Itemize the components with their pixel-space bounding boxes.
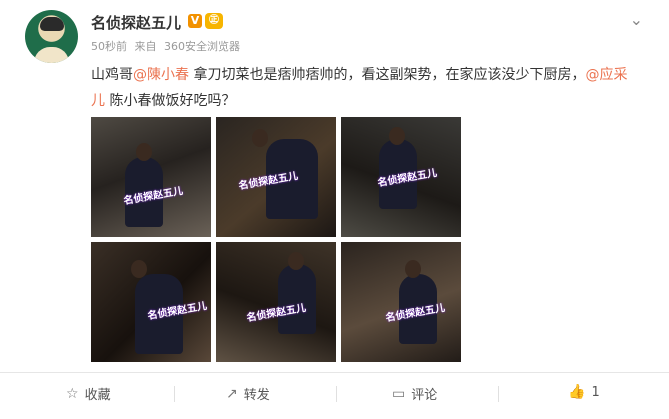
repost-icon: ↗ xyxy=(226,385,238,402)
post-source[interactable]: 360安全浏览器 xyxy=(164,40,240,53)
photo-head xyxy=(389,127,405,145)
like-count: 1 xyxy=(591,384,600,400)
repost-button[interactable]: ↗ 转发 xyxy=(226,384,270,404)
favorite-button[interactable]: ☆ 收藏 xyxy=(66,384,111,404)
member-badge-icon[interactable]: ㊣ xyxy=(205,13,223,29)
photo-head xyxy=(136,143,152,161)
source-prefix: 来自 xyxy=(134,40,157,53)
text-part-3: 陈小春做饭好吃吗？ xyxy=(105,93,236,109)
photo-1[interactable]: 名侦探赵五儿 xyxy=(91,117,211,237)
action-separator xyxy=(174,386,175,402)
avatar-shirt xyxy=(34,47,69,63)
photo-head xyxy=(131,260,147,278)
post-text: 山鸡哥@陳小春 拿刀切菜也是痞帅痞帅的，看这副架势，在家应该没少下厨房，@应采儿… xyxy=(91,62,636,114)
photo-2[interactable]: 名侦探赵五儿 xyxy=(216,117,336,237)
post-time[interactable]: 50秒前 xyxy=(91,40,127,53)
photo-grid: 名侦探赵五儿 名侦探赵五儿 名侦探赵五儿 名侦探赵五儿 名侦探赵五儿 名侦探赵五… xyxy=(91,117,463,363)
weibo-post-card: 名侦探赵五儿 V ㊣ ⌄ 50秒前 来自 360安全浏览器 山鸡哥@陳小春 拿刀… xyxy=(0,0,669,419)
repost-label: 转发 xyxy=(243,388,270,403)
author-name[interactable]: 名侦探赵五儿 xyxy=(91,12,181,33)
photo-6[interactable]: 名侦探赵五儿 xyxy=(341,242,461,362)
photo-head xyxy=(252,129,268,147)
comment-icon: ▭ xyxy=(392,385,406,402)
action-separator xyxy=(336,386,337,402)
like-button[interactable]: 👍 1 xyxy=(568,384,600,400)
photo-3[interactable]: 名侦探赵五儿 xyxy=(341,117,461,237)
post-meta: 50秒前 来自 360安全浏览器 xyxy=(91,38,244,54)
thumbs-up-icon: 👍 xyxy=(568,384,586,400)
chevron-down-icon[interactable]: ⌄ xyxy=(630,10,643,29)
action-divider xyxy=(0,372,669,373)
favorite-label: 收藏 xyxy=(84,388,111,403)
author-avatar[interactable] xyxy=(25,10,78,63)
photo-figure xyxy=(278,264,316,334)
photo-5[interactable]: 名侦探赵五儿 xyxy=(216,242,336,362)
comment-button[interactable]: ▭ 评论 xyxy=(392,384,438,404)
photo-head xyxy=(288,252,304,270)
comment-label: 评论 xyxy=(411,388,438,403)
photo-4[interactable]: 名侦探赵五儿 xyxy=(91,242,211,362)
text-part-2: 拿刀切菜也是痞帅痞帅的，看这副架势，在家应该没少下厨房， xyxy=(189,67,586,83)
avatar-hair xyxy=(40,17,64,31)
verified-badge-icon[interactable]: V xyxy=(188,14,202,28)
star-outline-icon: ☆ xyxy=(66,385,79,402)
text-part-1: 山鸡哥 xyxy=(91,67,133,83)
action-separator xyxy=(498,386,499,402)
photo-head xyxy=(405,260,421,278)
mention-link-1[interactable]: @陳小春 xyxy=(133,67,189,83)
